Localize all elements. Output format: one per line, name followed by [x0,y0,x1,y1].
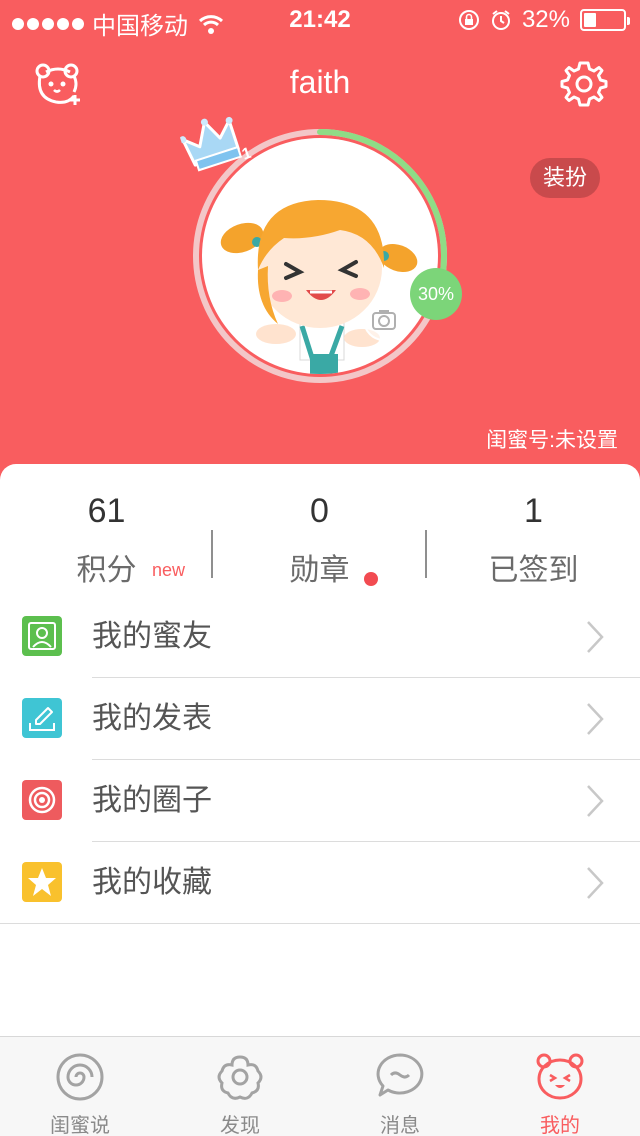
battery-percent: 32% [521,6,570,33]
tab-discover[interactable]: 发现 [160,1037,320,1136]
status-right: 32% [458,6,630,34]
menu-item-posts[interactable]: 我的发表 [0,678,640,760]
battery-icon [580,9,630,31]
tab-messages[interactable]: 消息 [320,1037,480,1136]
user-id-label[interactable]: 闺蜜号:未设置 [486,424,618,454]
menu-label: 我的圈子 [92,784,212,817]
checkin-value: 1 [524,492,543,530]
points-value: 61 [87,492,126,530]
status-bar: 中国移动 21:42 32% [0,0,640,40]
menu-item-friends[interactable]: 我的蜜友 [0,596,640,678]
stats-row: 61 积分 new 0 勋章 1 已签到 [0,488,640,588]
divider [0,923,640,924]
flower-icon [217,1055,263,1100]
notification-dot [364,572,378,586]
checkin-label: 已签到 [488,554,579,587]
profile-card: 61 积分 new 0 勋章 1 已签到 我的蜜友 我的发表 我的圈子 我的收藏 [0,464,640,1036]
post-icon [22,698,62,738]
tab-label: 我的 [540,1115,580,1136]
tab-label: 闺蜜说 [50,1115,110,1136]
checkin-stat[interactable]: 1 已签到 [427,488,640,588]
orientation-lock-icon [458,10,479,30]
menu-label: 我的蜜友 [92,620,212,653]
dress-up-button[interactable]: 装扮 [530,158,600,198]
menu-item-circles[interactable]: 我的圈子 [0,760,640,842]
menu-label: 我的收藏 [92,866,212,899]
battery-fill [584,13,596,27]
avatar[interactable]: 1 30% [179,116,462,384]
chevron-right-icon [587,867,604,899]
chevron-right-icon [587,785,604,817]
tab-label: 消息 [380,1115,420,1136]
star-icon [22,862,62,902]
friends-icon [22,616,62,656]
camera-icon[interactable] [362,298,406,342]
profile-menu: 我的蜜友 我的发表 我的圈子 我的收藏 [0,596,640,924]
medals-value: 0 [310,492,329,530]
bear-face-icon [536,1053,584,1100]
tab-chat-feed[interactable]: 闺蜜说 [0,1037,160,1136]
chat-icon [376,1053,424,1097]
chevron-right-icon [587,621,604,653]
new-badge: new [152,560,186,580]
progress-badge: 30% [410,268,462,320]
alarm-icon [491,10,510,30]
menu-label: 我的发表 [92,702,212,735]
chevron-right-icon [587,703,604,735]
tab-label: 发现 [220,1115,260,1136]
menu-item-favorites[interactable]: 我的收藏 [0,842,640,924]
medals-label: 勋章 [289,554,350,587]
profile-header: 中国移动 21:42 32% faith 装扮 1 30% 闺蜜号:未设置 [0,0,640,500]
spiral-icon [56,1053,104,1101]
medals-stat[interactable]: 0 勋章 [213,488,426,588]
tab-mine[interactable]: 我的 [480,1037,640,1136]
page-title: faith [289,64,351,100]
circle-icon [22,780,62,820]
tab-bar: 闺蜜说 发现 消息 我的 [0,1036,640,1136]
settings-button[interactable] [560,60,608,108]
